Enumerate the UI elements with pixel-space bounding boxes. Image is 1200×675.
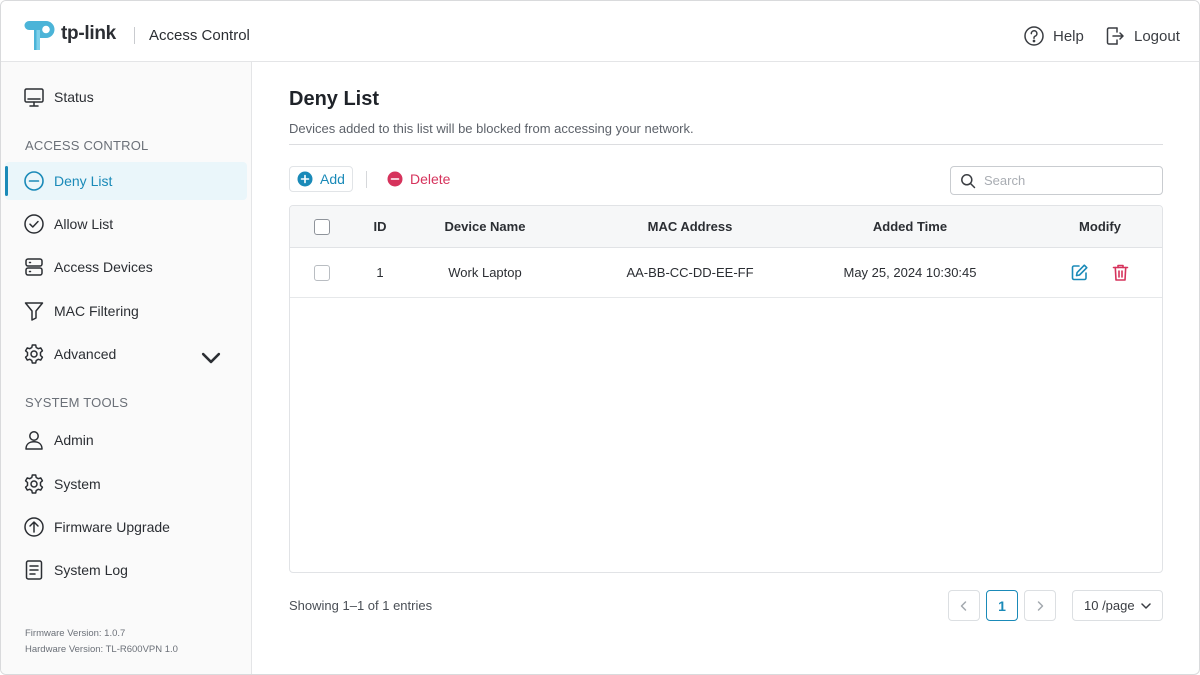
delete-circle-icon [387,171,403,187]
modify-actions [1070,263,1130,282]
sidebar-item-label: Allow List [54,216,114,232]
sidebar-item-label: Advanced [54,346,117,362]
cell-modify [1050,248,1150,297]
header-divider [134,27,135,44]
monitor-icon [24,88,44,107]
deny-list-table: ID Device Name MAC Address Added Time Mo… [289,205,1163,573]
entries-count: Showing 1–1 of 1 entries [289,598,433,613]
trash-icon[interactable] [1111,263,1130,282]
row-checkbox-cell [304,248,340,297]
sidebar-item-advanced[interactable]: Advanced [5,335,247,373]
edit-icon[interactable] [1070,263,1089,282]
search-icon [961,173,976,188]
sidebar-item-access-devices[interactable]: Access Devices [5,248,247,286]
column-header-id: ID [373,219,387,234]
header-checkbox-cell [304,206,340,247]
system-gear-icon [24,474,44,494]
app-window: tp-link Access Control Help Logout Statu… [0,0,1200,675]
chevron-down-icon [201,352,221,364]
column-header-modify: Modify [1079,219,1121,234]
sidebar-item-label: System [54,476,101,492]
help-label: Help [1053,27,1084,45]
hardware-version: Hardware Version: TL-R600VPN 1.0 [25,644,178,655]
sidebar-item-system[interactable]: System [5,465,247,503]
logout-button[interactable]: Logout [1104,25,1180,47]
delete-button[interactable]: Delete [387,166,450,192]
chevron-down-icon [1141,603,1151,609]
cell-added-time: May 25, 2024 10:30:45 [843,265,977,280]
column-header-added-time: Added Time [872,219,948,234]
pagination-page-current[interactable]: 1 [986,590,1018,621]
page-size-select[interactable]: 10 /page [1072,590,1163,621]
add-circle-icon [297,171,313,187]
delete-label: Delete [410,171,451,187]
sidebar-item-deny-list[interactable]: Deny List [5,162,247,200]
column-header-mac-address: MAC Address [647,219,733,234]
logout-icon [1106,27,1124,45]
advanced-gear-icon [24,344,44,364]
table-row: 1 Work Laptop AA-BB-CC-DD-EE-FF May 25, … [290,248,1162,298]
admin-icon [25,431,43,450]
pagination-next-button[interactable] [1024,590,1056,621]
toolbar-divider [366,171,367,188]
sidebar-item-mac-filtering[interactable]: MAC Filtering [5,292,247,330]
sidebar-item-allow-list[interactable]: Allow List [5,205,247,243]
top-header: tp-link Access Control Help Logout [1,1,1199,62]
table-header: ID Device Name MAC Address Added Time Mo… [290,206,1162,248]
tp-link-logo-icon [24,21,55,50]
sidebar-item-label: Access Devices [54,259,153,275]
pagination-prev-button[interactable] [948,590,980,621]
help-icon [1024,26,1044,46]
sidebar-item-system-log[interactable]: System Log [5,551,247,589]
sidebar-item-status[interactable]: Status [5,78,247,116]
page-title: Deny List [289,88,380,110]
help-button[interactable]: Help [1023,25,1084,47]
access-devices-icon [25,258,43,276]
sidebar-item-firmware-upgrade[interactable]: Firmware Upgrade [5,508,247,546]
logout-label: Logout [1134,27,1180,45]
sidebar-item-label: MAC Filtering [54,303,139,319]
tp-link-logo: tp-link [23,17,116,51]
row-checkbox[interactable] [314,264,330,281]
sidebar-item-label: Status [54,89,94,105]
sidebar-item-admin[interactable]: Admin [5,421,247,459]
cell-mac-address: AA-BB-CC-DD-EE-FF [626,265,754,280]
sidebar: Status ACCESS CONTROL Deny List Allow Li… [1,62,252,674]
search-input[interactable] [984,173,1154,188]
sidebar-item-label: System Log [54,562,128,578]
column-header-device-name: Device Name [444,219,526,234]
main-content: Deny List Devices added to this list wil… [252,62,1199,674]
allow-list-icon [24,214,44,234]
sidebar-item-label: Firmware Upgrade [54,519,170,535]
select-all-checkbox[interactable] [314,218,330,235]
title-divider [289,144,1163,145]
upgrade-icon [24,517,44,537]
search-box[interactable] [950,166,1163,195]
chevron-right-icon [1037,600,1044,611]
page-size-value: 10 /page [1084,598,1135,613]
add-button[interactable]: Add [289,166,353,192]
section-heading-access-control: ACCESS CONTROL [25,138,149,153]
section-heading-system-tools: SYSTEM TOOLS [25,395,129,410]
page-description: Devices added to this list will be block… [289,121,694,136]
app-title: Access Control [149,27,250,44]
chevron-left-icon [960,600,967,611]
cell-device-name: Work Laptop [448,265,522,280]
add-label: Add [320,171,345,187]
deny-list-icon [24,171,44,191]
log-icon [25,560,43,580]
logo-text: tp-link [61,23,116,44]
filter-icon [24,302,44,321]
sidebar-item-label: Deny List [54,173,113,189]
firmware-version: Firmware Version: 1.0.7 [25,628,126,639]
cell-id: 1 [376,265,384,280]
sidebar-item-label: Admin [54,432,94,448]
